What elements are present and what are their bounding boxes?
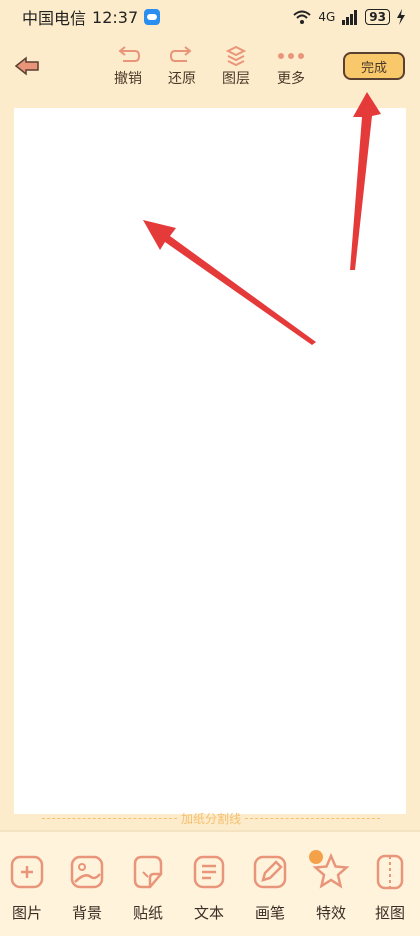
bottom-toolbar: 图片 背景 贴纸 文本 画笔 特效 抠图 — [0, 830, 420, 936]
add-paper-divider[interactable]: 加纸分割线 — [38, 808, 384, 828]
undo-icon — [118, 46, 141, 62]
tool-pen[interactable]: 画笔 — [240, 852, 300, 923]
tool-cutout[interactable]: 抠图 — [360, 852, 420, 923]
battery-level: 93 — [365, 9, 390, 25]
tool-cutout-label: 抠图 — [374, 904, 405, 922]
pen-icon — [253, 855, 287, 889]
layers-label: 图层 — [222, 71, 250, 87]
tool-background[interactable]: 背景 — [57, 852, 117, 923]
tool-effects[interactable]: 特效 — [301, 850, 361, 923]
editing-canvas[interactable] — [14, 108, 406, 814]
more-label: 更多 — [277, 71, 305, 87]
undo-label: 撤销 — [114, 71, 142, 87]
tool-sticker-label: 贴纸 — [132, 904, 163, 922]
image-add-icon — [10, 855, 44, 889]
tool-effects-label: 特效 — [315, 904, 346, 922]
more-button[interactable]: 更多 — [266, 44, 316, 88]
layers-button[interactable]: 图层 — [211, 44, 261, 88]
signal-icon — [342, 10, 358, 25]
tool-text[interactable]: 文本 — [179, 852, 239, 923]
editor-toolbar: 撤销 还原 图层 更多 完成 — [0, 40, 420, 96]
tool-image-label: 图片 — [11, 904, 42, 922]
tool-pen-label: 画笔 — [254, 904, 285, 922]
redo-label: 还原 — [168, 71, 196, 87]
cloud-app-icon — [144, 9, 161, 25]
status-left: 中国电信 12:37 — [22, 5, 161, 29]
tool-text-label: 文本 — [193, 904, 224, 922]
cutout-icon — [376, 854, 404, 890]
redo-button[interactable]: 还原 — [157, 44, 207, 88]
wifi-icon — [293, 10, 312, 24]
text-icon — [193, 855, 225, 889]
divider-label: 加纸分割线 — [181, 811, 242, 826]
charging-icon — [397, 9, 405, 25]
time-text: 12:37 — [92, 7, 139, 27]
back-arrow-icon — [14, 56, 39, 76]
more-dots-icon — [278, 53, 304, 59]
status-bar: 中国电信 12:37 4G 93 — [0, 0, 420, 34]
status-right: 4G 93 — [292, 9, 406, 25]
undo-button[interactable]: 撤销 — [103, 44, 153, 88]
sticker-icon — [133, 855, 163, 889]
tool-image[interactable]: 图片 — [0, 852, 57, 923]
redo-icon — [169, 46, 192, 62]
tool-background-label: 背景 — [71, 904, 102, 922]
carrier-text: 中国电信 — [22, 9, 87, 28]
done-button[interactable]: 完成 — [343, 52, 405, 80]
layers-icon — [225, 45, 247, 67]
network-type: 4G — [318, 10, 336, 24]
back-button[interactable] — [12, 52, 44, 80]
background-image-icon — [70, 855, 104, 889]
lock-icon — [309, 850, 323, 864]
tool-sticker[interactable]: 贴纸 — [118, 852, 178, 923]
